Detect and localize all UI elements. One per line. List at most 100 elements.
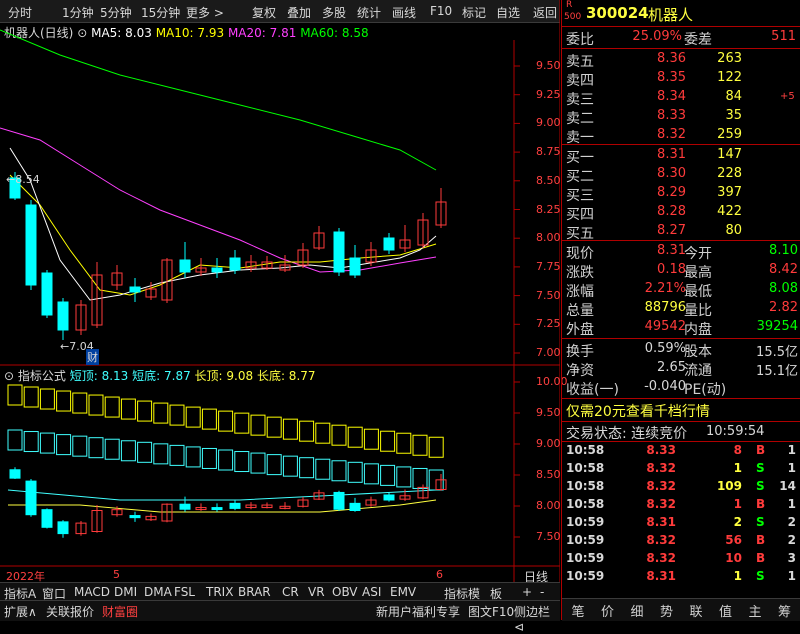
finance-marker[interactable]: 财 <box>86 349 99 365</box>
short-channel-box <box>39 432 55 454</box>
long-channel-box <box>412 434 428 456</box>
indicator-tab[interactable]: CR <box>282 585 299 599</box>
long-bottom-label: 长底: 8.77 <box>256 369 316 383</box>
detail-tab[interactable]: 值 <box>712 601 740 620</box>
extension-tab[interactable]: 扩展∧ <box>4 603 37 620</box>
candle <box>383 233 395 254</box>
ask-row[interactable]: 卖三 8.34 84 +5 <box>566 89 798 108</box>
price-tick: 7.50 <box>536 288 561 302</box>
extension-tab[interactable]: 图文F10 <box>468 603 514 620</box>
short-channel-box <box>137 441 153 463</box>
indicator-candle <box>365 496 377 507</box>
short-channel-box <box>169 444 185 466</box>
indicator-tab[interactable]: DMA <box>144 585 172 599</box>
candle <box>75 300 87 335</box>
indicator-candle <box>349 497 361 512</box>
short-channel-box <box>396 466 412 488</box>
ask-row[interactable]: 卖二 8.33 35 <box>566 108 798 127</box>
candle <box>349 245 361 278</box>
price-tick: 8.25 <box>536 202 561 216</box>
indicator-tab[interactable]: ASI <box>362 585 381 599</box>
indicator-tab[interactable]: EMV <box>390 585 416 599</box>
detail-tab[interactable]: 细 <box>623 601 651 620</box>
long-channel-box <box>23 386 39 408</box>
kline-chart[interactable] <box>0 0 560 600</box>
indicator-candle <box>91 505 103 533</box>
indicator-collapse-icon[interactable]: ⊙ <box>4 369 14 383</box>
long-channel-box <box>347 426 363 448</box>
indicator-tab[interactable]: BRAR <box>238 585 271 599</box>
tick-row: 10:59 8.32 56 B 2 <box>566 533 796 547</box>
candle <box>365 242 377 266</box>
long-channel-box <box>120 398 136 420</box>
bid-row[interactable]: 买三 8.29 397 <box>566 185 798 204</box>
stat-row: 外盘 49542 内盘 39254 <box>566 319 798 338</box>
short-channel-box <box>185 446 201 468</box>
indicator-candle <box>129 511 141 522</box>
indicator-tick: 9.00 <box>536 437 561 450</box>
candle <box>195 258 207 276</box>
tick-row: 10:58 8.32 1 B 1 <box>566 497 796 511</box>
extension-tab[interactable]: 侧边栏⊲ <box>514 603 560 634</box>
stock-header: R 500 300024 机器人 <box>562 0 800 27</box>
short-channel-box <box>120 440 136 462</box>
short-top-label: 短顶: 8.13 <box>69 369 129 383</box>
bid-row[interactable]: 买五 8.27 80 <box>566 223 798 242</box>
long-channel-box <box>39 388 55 410</box>
indicator-candle <box>41 508 53 529</box>
tick-row: 10:58 8.33 8 B 1 <box>566 443 796 457</box>
indicator-candle <box>313 489 325 500</box>
candle <box>417 213 429 248</box>
indicator-tab[interactable]: FSL <box>174 585 195 599</box>
extension-tab[interactable]: 关联报价 <box>46 603 94 620</box>
long-top-label: 长顶: 9.08 <box>194 369 254 383</box>
ask-row[interactable]: 卖五 8.36 263 <box>566 51 798 70</box>
extension-tab[interactable]: 新用户福利专享 <box>376 603 460 620</box>
bid-row[interactable]: 买一 8.31 147 <box>566 147 798 166</box>
short-channel-box <box>282 455 298 477</box>
short-channel-box <box>412 467 428 489</box>
candle <box>41 270 53 318</box>
candle <box>313 226 325 250</box>
indicator-tab[interactable]: MACD <box>74 585 110 599</box>
long-channel-box <box>315 422 331 444</box>
date-june: 6 <box>436 568 443 581</box>
long-channel-box <box>56 390 72 412</box>
short-channel-box <box>363 463 379 485</box>
indicator-tab[interactable]: TRIX <box>206 585 233 599</box>
extension-tab[interactable]: 财富圈 <box>102 603 138 620</box>
stat-row: 涨跌 0.18 最高 8.42 <box>566 262 798 281</box>
promo-link[interactable]: 仅需20元查看千档行情 <box>566 401 710 421</box>
indicator-tab-bar: 指标A 窗口 MACD DMI DMA FSL TRIX BRAR CR VR OBV ASI EMV 指… <box>0 582 560 601</box>
indicator-tab[interactable]: + <box>522 585 532 599</box>
indicator-candle <box>9 467 21 479</box>
detail-tab[interactable]: 联 <box>682 601 710 620</box>
candle <box>399 225 411 252</box>
candle <box>333 228 345 276</box>
indicator-candle <box>229 500 241 511</box>
detail-tab[interactable]: 笔 <box>564 601 592 620</box>
long-channel-box <box>282 418 298 440</box>
indicator-tab[interactable]: VR <box>308 585 325 599</box>
detail-tab[interactable]: 价 <box>594 601 622 620</box>
indicator-candle <box>179 496 191 512</box>
ask-row[interactable]: 卖一 8.32 259 <box>566 127 798 146</box>
stat-row: 涨幅 2.21% 最低 8.08 <box>566 281 798 300</box>
price-tick: 7.00 <box>536 346 561 359</box>
ask-row[interactable]: 卖四 8.35 122 <box>566 70 798 89</box>
weibi-row: 委比 25.09% 委差 511 <box>566 29 796 48</box>
indicator-tab[interactable]: - <box>540 585 544 599</box>
detail-tab[interactable]: 筹 <box>771 601 799 620</box>
indicator-tab[interactable]: OBV <box>332 585 358 599</box>
indicator-tab[interactable]: DMI <box>114 585 137 599</box>
candle <box>229 250 241 274</box>
short-channel-box <box>88 437 104 459</box>
bid-row[interactable]: 买二 8.30 228 <box>566 166 798 185</box>
detail-tab[interactable]: 势 <box>653 601 681 620</box>
detail-tab[interactable]: 主 <box>741 601 769 620</box>
price-tick: 7.25 <box>536 317 561 331</box>
finance-row: 换手 0.59% 股本 15.5亿 <box>566 341 798 360</box>
indicator-title[interactable]: 指标公式 <box>18 369 66 383</box>
candle <box>111 265 123 290</box>
bid-row[interactable]: 买四 8.28 422 <box>566 204 798 223</box>
